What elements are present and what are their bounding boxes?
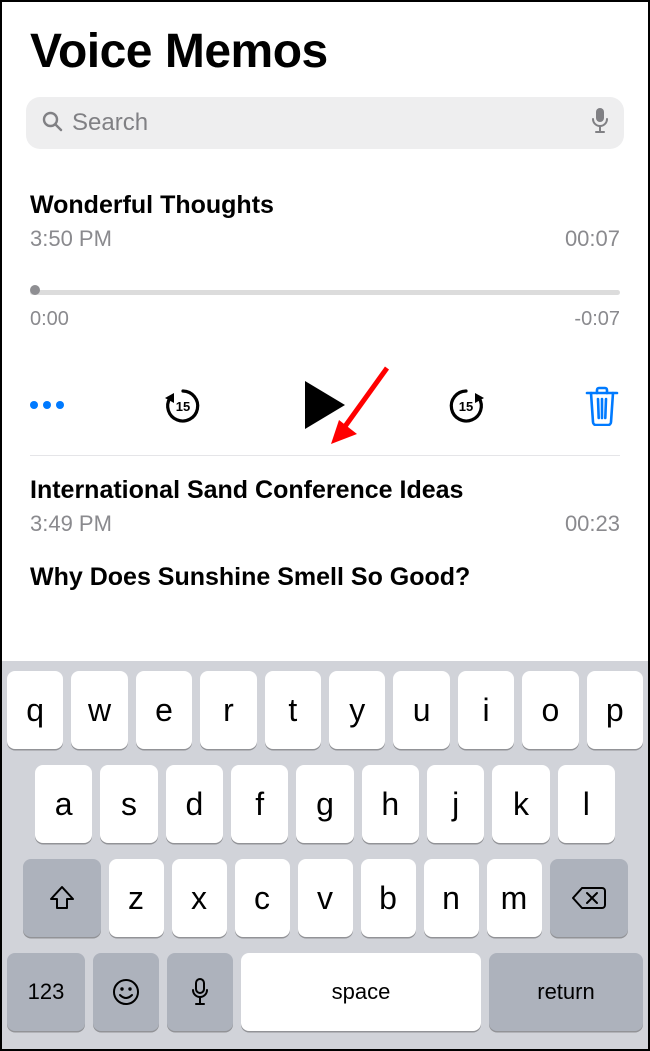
memo-timestamp: 3:49 PM	[30, 511, 112, 537]
key-v[interactable]: v	[298, 859, 353, 937]
search-input[interactable]: Search	[26, 97, 624, 149]
memo-title[interactable]: Wonderful Thoughts	[30, 191, 620, 220]
key-m[interactable]: m	[487, 859, 542, 937]
key-l[interactable]: l	[558, 765, 615, 843]
key-u[interactable]: u	[393, 671, 449, 749]
keyboard-row-2: a s d f g h j k l	[7, 765, 643, 843]
key-r[interactable]: r	[200, 671, 256, 749]
microphone-icon	[190, 977, 210, 1007]
search-placeholder: Search	[72, 109, 582, 137]
key-return[interactable]: return	[489, 953, 643, 1031]
key-i[interactable]: i	[458, 671, 514, 749]
key-backspace[interactable]	[550, 859, 628, 937]
key-e[interactable]: e	[136, 671, 192, 749]
key-a[interactable]: a	[35, 765, 92, 843]
scrubber-position: 0:00	[30, 308, 69, 331]
skip-back-15-button[interactable]: 15	[162, 384, 204, 426]
key-f[interactable]: f	[231, 765, 288, 843]
svg-text:15: 15	[458, 399, 472, 414]
key-p[interactable]: p	[587, 671, 643, 749]
key-shift[interactable]	[23, 859, 101, 937]
search-icon	[40, 109, 64, 138]
memo-duration: 00:23	[565, 511, 620, 537]
memo-timestamp: 3:50 PM	[30, 226, 112, 252]
keyboard-row-4: 123 space return	[7, 953, 643, 1031]
memo-title: International Sand Conference Ideas	[30, 476, 620, 505]
key-n[interactable]: n	[424, 859, 479, 937]
key-t[interactable]: t	[265, 671, 321, 749]
keyboard-row-1: q w e r t y u i o p	[7, 671, 643, 749]
key-b[interactable]: b	[361, 859, 416, 937]
memo-item[interactable]: Why Does Sunshine Smell So Good?	[2, 543, 648, 592]
key-j[interactable]: j	[427, 765, 484, 843]
memo-title: Why Does Sunshine Smell So Good?	[30, 563, 620, 592]
key-emoji[interactable]	[93, 953, 159, 1031]
key-q[interactable]: q	[7, 671, 63, 749]
memo-item[interactable]: International Sand Conference Ideas 3:49…	[2, 456, 648, 543]
key-d[interactable]: d	[166, 765, 223, 843]
key-k[interactable]: k	[492, 765, 549, 843]
emoji-icon	[111, 977, 141, 1007]
playback-scrubber[interactable]	[30, 288, 620, 296]
delete-button[interactable]	[584, 384, 620, 426]
more-options-button[interactable]	[30, 401, 64, 409]
key-z[interactable]: z	[109, 859, 164, 937]
scrubber-knob[interactable]	[30, 285, 40, 295]
scrubber-remaining: -0:07	[574, 308, 620, 331]
key-y[interactable]: y	[329, 671, 385, 749]
key-numbers[interactable]: 123	[7, 953, 85, 1031]
keyboard[interactable]: q w e r t y u i o p a s d f g h j k l z …	[2, 661, 648, 1049]
memo-item-selected[interactable]: Wonderful Thoughts 3:50 PM 00:07	[2, 177, 648, 252]
backspace-icon	[572, 886, 606, 910]
play-button[interactable]	[301, 379, 347, 431]
memo-duration: 00:07	[565, 226, 620, 252]
svg-text:15: 15	[175, 399, 189, 414]
dictation-icon[interactable]	[590, 107, 610, 140]
key-dictation[interactable]	[167, 953, 233, 1031]
key-x[interactable]: x	[172, 859, 227, 937]
shift-icon	[48, 884, 76, 912]
key-g[interactable]: g	[296, 765, 353, 843]
keyboard-row-3: z x c v b n m	[7, 859, 643, 937]
key-o[interactable]: o	[522, 671, 578, 749]
key-w[interactable]: w	[71, 671, 127, 749]
key-c[interactable]: c	[235, 859, 290, 937]
page-title: Voice Memos	[2, 2, 648, 91]
key-s[interactable]: s	[100, 765, 157, 843]
key-space[interactable]: space	[241, 953, 481, 1031]
key-h[interactable]: h	[362, 765, 419, 843]
skip-forward-15-button[interactable]: 15	[445, 384, 487, 426]
